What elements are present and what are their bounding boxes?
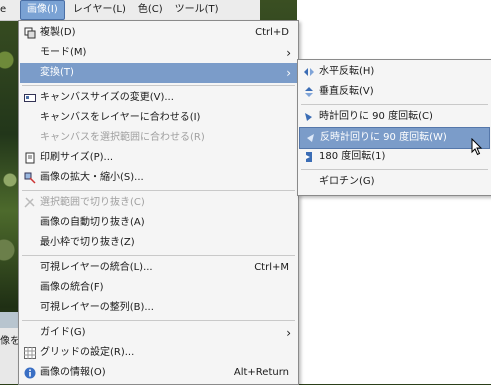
menu-layer[interactable]: レイヤー(L) (67, 1, 132, 19)
menu-item-image-info[interactable]: 画像の情報(O) Alt+Return (20, 363, 297, 383)
menu-item-label: キャンバスをレイヤーに合わせる(I) (40, 112, 201, 123)
menu-item-label: ギロチン(G) (319, 176, 375, 187)
bottom-toolbar-strip (0, 312, 18, 328)
menu-separator (301, 169, 488, 170)
menu-tools[interactable]: ツール(T) (169, 1, 225, 19)
menu-item-flatten[interactable]: 画像の統合(F) (20, 278, 297, 298)
menu-item-crop-selection: 選択範囲で切り抜き(C) (20, 193, 297, 213)
chevron-right-icon: › (286, 46, 291, 60)
menu-separator (22, 190, 295, 191)
menu-item-duplicate[interactable]: 複製(D) Ctrl+D (20, 23, 297, 43)
flip-vertical-icon (303, 86, 315, 98)
menu-item-label: グリッドの設定(R)... (40, 347, 135, 358)
menu-item-label: 変換(T) (40, 67, 74, 78)
menu-item-align-layers[interactable]: 可視レイヤーの整列(B)... (20, 298, 297, 318)
menu-item-label: 時計回りに 90 度回転(C) (319, 111, 433, 122)
shortcut-label: Ctrl+D (255, 27, 289, 38)
menu-item-merge-visible[interactable]: 可視レイヤーの統合(L)... Ctrl+M (20, 258, 297, 278)
menu-image[interactable]: 画像(I) (20, 0, 65, 20)
menu-item-fit-canvas-selection: キャンバスを選択範囲に合わせる(R) (20, 128, 297, 148)
menu-item-label: 画像の統合(F) (40, 282, 104, 293)
menu-item-flip-horizontal[interactable]: 水平反転(H) (299, 62, 490, 82)
menu-item-guides[interactable]: ガイド(G) › (20, 323, 297, 343)
info-icon (24, 367, 36, 379)
menu-item-label: 水平反転(H) (319, 66, 375, 77)
rotate-ccw-icon (304, 132, 316, 144)
menu-item-zealous-crop[interactable]: 最小枠で切り抜き(Z) (20, 233, 297, 253)
menu-item-rotate-180[interactable]: 180 度回転(1) (299, 147, 490, 167)
crop-icon (24, 197, 36, 209)
print-size-icon (24, 152, 36, 164)
menu-item-autocrop[interactable]: 画像の自動切り抜き(A) (20, 213, 297, 233)
shortcut-label: Ctrl+M (254, 262, 289, 273)
menu-item-label: ガイド(G) (40, 327, 86, 338)
menu-item-label: 可視レイヤーの統合(L)... (40, 262, 153, 273)
canvas-size-icon (24, 92, 36, 104)
chevron-right-icon: › (286, 66, 291, 80)
menu-item-transform[interactable]: 変換(T) › (20, 63, 297, 83)
menu-item-label: 選択範囲で切り抜き(C) (40, 197, 145, 208)
chevron-right-icon: › (286, 326, 291, 340)
transform-submenu: 水平反転(H) 垂直反転(V) 時計回りに 90 度回転(C) 反時計回りに 9… (297, 59, 491, 196)
status-text: 像を成 (0, 336, 18, 347)
menu-item-label: 画像の拡大・縮小(S)... (40, 172, 144, 183)
rotate-cw-icon (303, 111, 315, 123)
menu-item-rotate-ccw[interactable]: 反時計回りに 90 度回転(W) (299, 127, 490, 149)
menu-item-label: 印刷サイズ(P)... (40, 152, 114, 163)
menubar: e 画像(I) レイヤー(L) 色(C) ツール(T) (0, 0, 260, 21)
shortcut-label: Alt+Return (233, 367, 289, 378)
scale-image-icon (24, 172, 36, 184)
menu-item-flip-vertical[interactable]: 垂直反転(V) (299, 82, 490, 102)
menu-item-label: キャンバスサイズの変更(V)... (40, 92, 174, 103)
duplicate-icon (24, 27, 36, 39)
menu-item-mode[interactable]: モード(M) › (20, 43, 297, 63)
menu-item-label: 画像の情報(O) (40, 367, 106, 378)
menu-separator (22, 85, 295, 86)
menu-item-fit-canvas-layers[interactable]: キャンバスをレイヤーに合わせる(I) (20, 108, 297, 128)
rotate-180-icon (303, 151, 315, 163)
menu-item-print-size[interactable]: 印刷サイズ(P)... (20, 148, 297, 168)
menu-item-label: 最小枠で切り抜き(Z) (40, 237, 135, 248)
menu-separator (22, 255, 295, 256)
menu-item-label: 180 度回転(1) (319, 151, 386, 162)
menu-item-canvas-size[interactable]: キャンバスサイズの変更(V)... (20, 88, 297, 108)
image-menu: 複製(D) Ctrl+D モード(M) › 変換(T) › キャンバスサイズの変… (18, 20, 299, 385)
menu-separator (301, 104, 488, 105)
mouse-pointer-icon (471, 138, 483, 156)
menu-item-label: モード(M) (40, 47, 87, 58)
menu-item-rotate-cw[interactable]: 時計回りに 90 度回転(C) (299, 107, 490, 127)
menu-item-grid[interactable]: グリッドの設定(R)... (20, 343, 297, 363)
menu-item-guillotine[interactable]: ギロチン(G) (299, 172, 490, 192)
menu-item-label: 反時計回りに 90 度回転(W) (320, 132, 447, 143)
grid-icon (24, 347, 36, 359)
menu-color[interactable]: 色(C) (132, 1, 169, 19)
flip-horizontal-icon (303, 66, 315, 78)
menu-item-label: 複製(D) (40, 27, 76, 38)
menu-item-label: 垂直反転(V) (319, 86, 374, 97)
menu-edit[interactable]: e (0, 1, 18, 19)
menu-item-scale-image[interactable]: 画像の拡大・縮小(S)... (20, 168, 297, 188)
menu-item-label: 可視レイヤーの整列(B)... (40, 302, 154, 313)
menu-item-label: キャンバスを選択範囲に合わせる(R) (40, 132, 205, 143)
menu-item-label: 画像の自動切り抜き(A) (40, 217, 145, 228)
menu-separator (22, 320, 295, 321)
